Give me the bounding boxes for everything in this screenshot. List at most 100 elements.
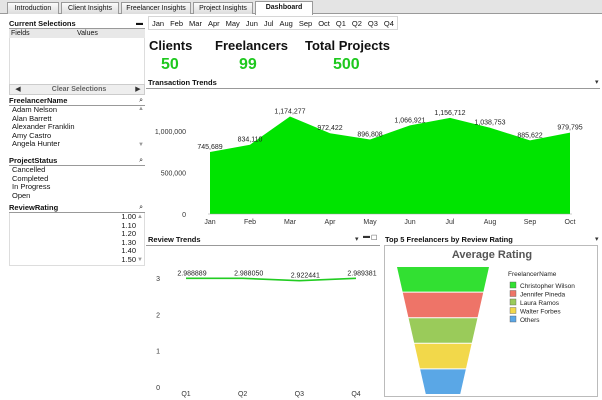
tab-dashboard[interactable]: Dashboard <box>255 1 313 15</box>
month-filter-apr[interactable]: Apr <box>205 17 223 29</box>
month-filter-may[interactable]: May <box>223 17 243 29</box>
scroll-down-icon[interactable]: ▼ <box>137 142 145 148</box>
chart-menu-icon[interactable]: ▾ <box>595 78 599 86</box>
minimize-icon[interactable]: ▬ <box>136 19 143 29</box>
month-filter-oct[interactable]: Oct <box>315 17 333 29</box>
transaction-area-series <box>210 116 570 214</box>
legend-label: Christopher Wilson <box>520 283 575 290</box>
rating-listbox: ReviewRating ⌕ 1.00 1.10 1.20 1.30 1.40 … <box>9 203 145 266</box>
top5-freelancers-title: Top 5 Freelancers by Review Rating <box>385 235 513 244</box>
minimize-icon[interactable]: ▬ <box>363 233 370 240</box>
scroll-up-icon[interactable]: ▲ <box>137 106 145 112</box>
tab-freelancer-insights[interactable]: Freelancer Insights <box>121 2 191 14</box>
transaction-trends-chart: 0 500,000 1,000,000 Jan 745,689 Feb 834,110 Mar… <box>155 108 583 226</box>
fields-column-label: Fields <box>11 30 30 37</box>
legend-swatch <box>509 315 517 323</box>
y-tick-label: 0 <box>156 385 160 392</box>
month-filter-q1[interactable]: Q1 <box>333 17 349 29</box>
legend-label: Others <box>520 317 540 324</box>
month-filter-mar[interactable]: Mar <box>186 17 205 29</box>
data-label: 972,422 <box>317 125 342 132</box>
legend-swatch <box>509 281 517 289</box>
x-tick-label: Mar <box>284 219 297 226</box>
freelancers-kpi-label: Freelancers <box>215 38 288 53</box>
y-tick-label: 3 <box>156 276 160 283</box>
funnel-segment <box>402 292 484 318</box>
x-tick-label: Q2 <box>238 391 247 398</box>
top5-funnel-chart: Average Rating Christopher Wilson Jennifer… <box>397 249 575 394</box>
data-label: 979,795 <box>557 125 582 132</box>
month-filter-q4[interactable]: Q4 <box>381 17 397 29</box>
data-label: 1,066,921 <box>394 117 425 124</box>
status-list-title-text: ProjectStatus <box>9 156 58 165</box>
x-tick-label: Apr <box>325 219 337 226</box>
review-trends-title: Review Trends <box>148 235 201 244</box>
freelancers-kpi-value: 99 <box>239 56 257 73</box>
scroll-up-icon[interactable]: ▲ <box>136 214 144 220</box>
month-filter-bar: Jan Feb Mar Apr May Jun Jul Aug Sep Oct Q1 Q2 Q3 Q4 <box>148 16 398 30</box>
legend-label: Walter Forbes <box>520 309 561 316</box>
month-filter-aug[interactable]: Aug <box>276 17 295 29</box>
chart-menu-icon[interactable]: ▾ <box>595 235 599 243</box>
list-item[interactable]: Open <box>9 191 145 201</box>
y-tick-label: 0 <box>182 212 186 219</box>
scroll-down-icon[interactable]: ▼ <box>136 257 144 263</box>
current-selections-title-text: Current Selections <box>9 19 76 28</box>
divider <box>146 245 380 246</box>
month-filter-q3[interactable]: Q3 <box>365 17 381 29</box>
x-tick-label: Jan <box>204 219 215 226</box>
status-list-title: ProjectStatus ⌕ <box>9 156 145 166</box>
x-tick-label: Q4 <box>351 391 360 398</box>
review-line-series <box>185 277 357 282</box>
legend-swatch <box>509 298 517 306</box>
month-filter-jan[interactable]: Jan <box>149 17 167 29</box>
x-tick-label: Q3 <box>295 391 304 398</box>
status-listbox: ProjectStatus ⌕ Cancelled Completed In P… <box>9 156 145 200</box>
data-label: 834,110 <box>238 137 263 144</box>
y-tick-label: 2 <box>156 312 160 319</box>
funnel-segment <box>397 267 489 292</box>
values-column-label: Values <box>77 30 98 37</box>
back-arrow-icon[interactable]: ◀ <box>12 85 24 95</box>
month-filter-jun[interactable]: Jun <box>243 17 261 29</box>
clear-selections-button[interactable]: Clear Selections <box>34 85 124 95</box>
legend-title: FreelancerName <box>508 271 557 278</box>
selections-column-header: Fields Values <box>9 29 145 38</box>
data-label: 885,622 <box>517 132 542 139</box>
selections-footer: ◀ ▶ Clear Selections <box>9 84 145 95</box>
data-label: 1,156,712 <box>434 110 465 117</box>
y-tick-label: 1 <box>156 349 160 356</box>
search-icon[interactable]: ⌕ <box>139 96 143 106</box>
tab-project-insights[interactable]: Project Insights <box>193 2 253 14</box>
legend-swatch <box>509 290 517 297</box>
x-tick-label: Sep <box>524 219 537 226</box>
forward-arrow-icon[interactable]: ▶ <box>132 85 144 95</box>
search-icon[interactable]: ⌕ <box>139 156 143 166</box>
review-trends-chart: 0 1 2 3 Q1 2.988889 Q2 2.988050 Q3 2.922441 Q4 2.98… <box>156 270 377 398</box>
y-tick-label: 1,000,000 <box>155 129 186 136</box>
x-tick-label: Jul <box>446 219 455 226</box>
y-tick-label: 500,000 <box>161 170 186 177</box>
month-filter-jul[interactable]: Jul <box>261 17 277 29</box>
list-item[interactable]: 1.50 <box>10 255 144 265</box>
clients-kpi-value: 50 <box>161 56 179 73</box>
chart-menu-icon[interactable]: ▾ <box>355 235 359 243</box>
maximize-icon[interactable]: ☐ <box>371 234 377 242</box>
month-filter-sep[interactable]: Sep <box>296 17 315 29</box>
tab-client-insights[interactable]: Client Insights <box>61 2 119 14</box>
tab-introduction[interactable]: Introduction <box>7 2 59 14</box>
x-tick-label: Q1 <box>181 391 190 398</box>
data-label: 1,174,277 <box>274 108 305 115</box>
legend-label: Laura Ramos <box>520 300 560 307</box>
search-icon[interactable]: ⌕ <box>139 203 143 213</box>
freelancer-list-title-text: FreelancerName <box>9 96 68 105</box>
month-filter-q2[interactable]: Q2 <box>349 17 365 29</box>
clients-kpi-label: Clients <box>149 38 193 53</box>
data-label: 896,808 <box>357 131 382 138</box>
month-filter-feb[interactable]: Feb <box>167 17 186 29</box>
x-tick-label: Aug <box>484 219 497 226</box>
x-tick-label: Feb <box>244 219 256 226</box>
data-label: 1,038,753 <box>474 120 505 127</box>
list-item[interactable]: Angela Hunter <box>9 140 145 149</box>
current-selections-box: Current Selections ▬ Fields Values <box>9 19 145 85</box>
